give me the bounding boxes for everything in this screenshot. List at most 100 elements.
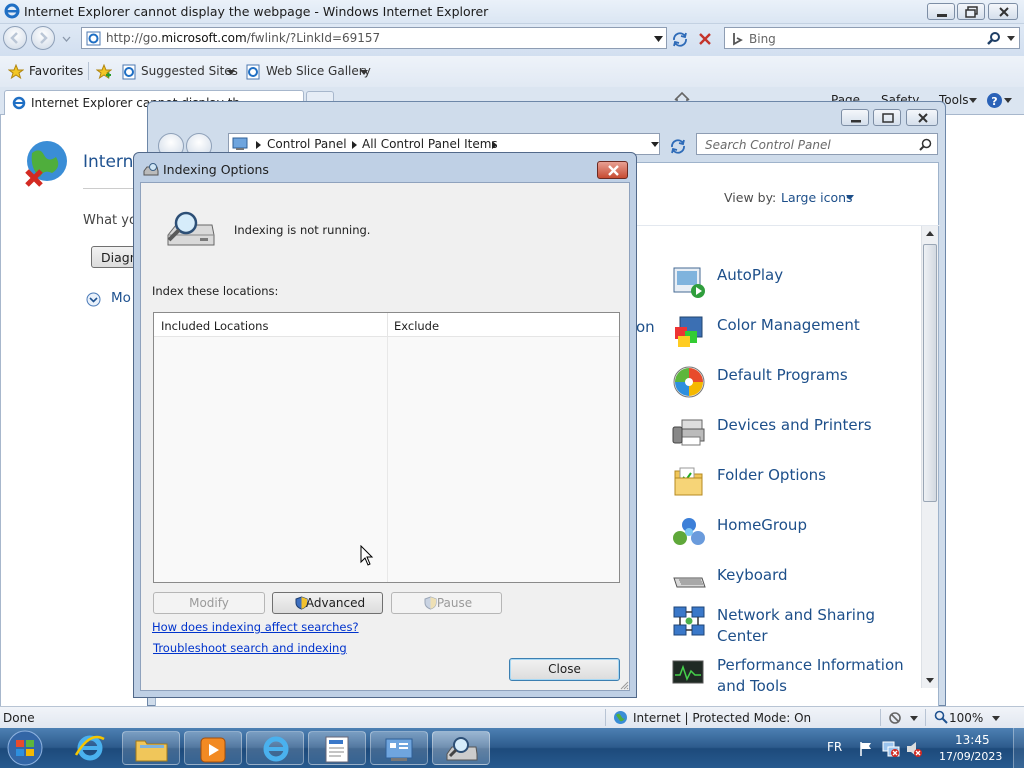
cp-item-network-sharing[interactable]: Network and Sharing Center (672, 599, 922, 645)
favorites-button[interactable]: Favorites (29, 64, 83, 78)
globe-error-icon (25, 141, 67, 187)
taskbar-explorer-button[interactable] (122, 731, 180, 765)
close-window-button[interactable] (988, 3, 1018, 20)
address-url[interactable]: http://go.microsoft.com/fwlink/?LinkId=6… (106, 31, 380, 45)
cp-item-autoplay[interactable]: AutoPlay (672, 259, 922, 303)
scroll-up-icon[interactable] (926, 231, 934, 236)
cp-item-partial[interactable]: on (636, 318, 655, 336)
scroll-thumb[interactable] (923, 244, 937, 502)
zone-text[interactable]: Internet | Protected Mode: On (633, 711, 811, 725)
view-by-dropdown-icon[interactable] (846, 195, 854, 200)
recent-pages-chevron-icon[interactable] (62, 36, 71, 42)
cp-close-button[interactable] (906, 109, 938, 126)
taskbar-wordpad-button[interactable] (308, 731, 366, 765)
mouse-cursor-icon (360, 545, 374, 566)
scroll-down-icon[interactable] (926, 678, 934, 683)
add-favorites-icon[interactable] (96, 64, 112, 80)
back-button[interactable] (3, 26, 27, 50)
volume-muted-icon[interactable] (905, 740, 923, 758)
cp-item-label: Default Programs (717, 366, 848, 384)
cp-item-keyboard[interactable]: Keyboard (672, 559, 922, 603)
search-options-icon[interactable] (1007, 36, 1015, 42)
cp-search-placeholder: Search Control Panel (705, 138, 831, 152)
keyboard-icon (673, 577, 706, 588)
search-icon[interactable] (987, 31, 1001, 45)
cp-item-label: HomeGroup (717, 516, 807, 534)
maximize-button[interactable] (957, 3, 985, 20)
stop-icon[interactable] (698, 32, 712, 46)
cp-maximize-button[interactable] (873, 109, 901, 126)
language-indicator[interactable]: FR (827, 740, 842, 754)
forward-button[interactable] (31, 26, 55, 50)
breadcrumb-arrow-icon[interactable] (492, 141, 497, 149)
cp-item-color-management[interactable]: Color Management (672, 309, 922, 353)
breadcrumb-dropdown-icon[interactable] (651, 142, 659, 147)
autoplay-icon (673, 267, 705, 298)
devices-printers-icon (672, 419, 705, 446)
view-by-dropdown[interactable]: Large icons (781, 190, 853, 205)
taskbar-ie-pinned-icon[interactable] (74, 733, 106, 763)
cp-minimize-button[interactable] (841, 109, 869, 126)
show-desktop-button[interactable] (1013, 728, 1024, 768)
ie-title-bar: Internet Explorer cannot display the web… (0, 0, 1024, 24)
view-by-label: View by: (724, 190, 777, 205)
minimize-button[interactable] (927, 3, 955, 20)
cp-scrollbar[interactable] (921, 226, 938, 688)
suggested-sites-dropdown-icon[interactable] (227, 70, 235, 75)
web-slice-gallery-button[interactable]: Web Slice Gallery (266, 64, 371, 78)
locations-list[interactable]: Included Locations Exclude (153, 312, 620, 583)
cp-item-devices-printers[interactable]: Devices and Printers (672, 409, 922, 453)
taskbar-media-player-button[interactable] (184, 731, 242, 765)
start-button[interactable] (2, 729, 48, 767)
refresh-icon[interactable] (671, 31, 689, 47)
suggested-sites-button[interactable]: Suggested Sites (141, 64, 238, 78)
breadcrumb-arrow-icon[interactable] (352, 141, 357, 149)
tools-dropdown-icon[interactable] (969, 98, 977, 103)
expand-more-icon[interactable] (86, 292, 101, 307)
folder-options-icon (674, 467, 703, 496)
taskbar-control-panel-button[interactable] (370, 731, 428, 765)
pause-button[interactable]: Pause (391, 592, 502, 614)
advanced-button[interactable]: Advanced (272, 592, 383, 614)
address-dropdown-icon[interactable] (654, 36, 663, 42)
clock-time[interactable]: 13:45 (955, 733, 990, 747)
separator (880, 709, 881, 726)
dialog-close-icon[interactable] (597, 161, 628, 179)
column-header-exclude[interactable]: Exclude (394, 319, 439, 333)
internet-zone-icon[interactable] (613, 710, 628, 725)
resize-grip-icon[interactable] (619, 680, 629, 690)
breadcrumb-control-panel[interactable]: Control Panel (267, 137, 347, 151)
performance-icon (672, 660, 704, 684)
cp-refresh-icon[interactable] (669, 138, 687, 154)
cp-item-default-programs[interactable]: Default Programs (672, 359, 922, 403)
how-indexing-link[interactable]: How does indexing affect searches? (152, 620, 359, 634)
column-header-included[interactable]: Included Locations (161, 319, 268, 333)
web-search-box[interactable]: Bing (724, 27, 1020, 49)
zoom-icon[interactable] (934, 710, 948, 724)
pop-up-dropdown-icon[interactable] (910, 716, 918, 721)
action-center-flag-icon[interactable] (858, 741, 874, 757)
more-info-link[interactable]: Mo (111, 290, 131, 306)
zoom-dropdown-icon[interactable] (992, 716, 1000, 721)
zoom-level[interactable]: 100% (949, 711, 983, 725)
taskbar-indexing-button[interactable] (432, 731, 490, 765)
taskbar-ie-button[interactable] (246, 731, 304, 765)
modify-button[interactable]: Modify (153, 592, 265, 614)
cp-item-homegroup[interactable]: HomeGroup (672, 509, 922, 553)
search-icon[interactable] (919, 138, 932, 151)
pause-label: Pause (436, 596, 473, 610)
cp-search-input[interactable]: Search Control Panel (696, 133, 938, 155)
web-slice-dropdown-icon[interactable] (360, 70, 368, 75)
troubleshoot-link[interactable]: Troubleshoot search and indexing (153, 641, 347, 655)
cp-item-performance[interactable]: Performance Information and Tools (672, 649, 922, 695)
address-bar[interactable]: http://go.microsoft.com/fwlink/?LinkId=6… (81, 27, 667, 49)
network-status-icon[interactable] (882, 740, 900, 758)
column-divider[interactable] (387, 313, 388, 337)
breadcrumb-all-items[interactable]: All Control Panel Items (362, 137, 498, 151)
help-icon[interactable]: ? (986, 92, 1003, 109)
pop-up-blocker-icon[interactable] (888, 711, 904, 725)
close-button[interactable]: Close (509, 658, 620, 681)
clock-date[interactable]: 17/09/2023 (939, 750, 1002, 763)
help-dropdown-icon[interactable] (1004, 98, 1012, 103)
cp-item-folder-options[interactable]: Folder Options (672, 459, 922, 503)
